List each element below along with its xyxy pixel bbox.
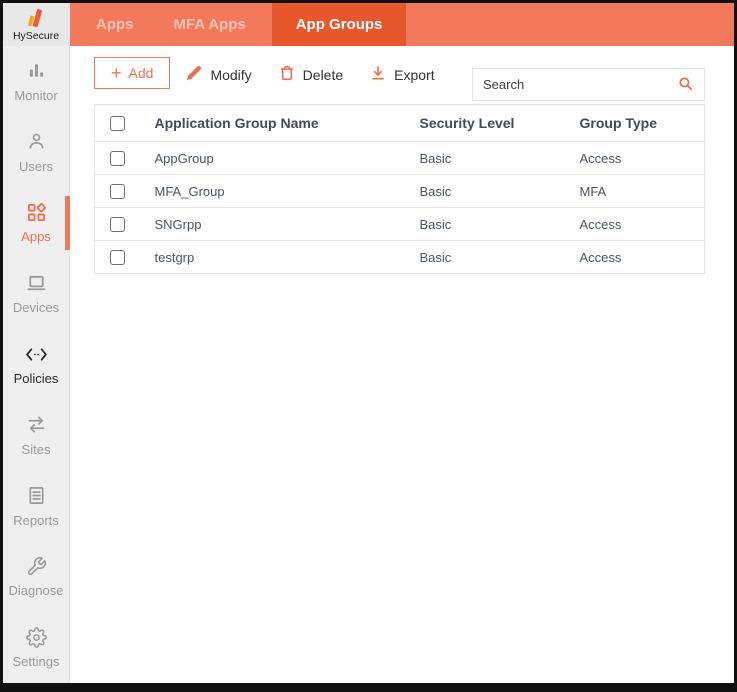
delete-button[interactable]: Delete — [279, 65, 343, 84]
person-icon — [26, 131, 47, 153]
sidebar-nav: Monitor Users — [3, 46, 69, 683]
hysecure-logo-icon — [23, 8, 49, 29]
sidebar-item-devices[interactable]: Devices — [3, 258, 69, 329]
table-row: testgrp Basic Access — [95, 241, 705, 274]
tab-mfa-apps[interactable]: MFA Apps — [160, 3, 260, 46]
export-button-label: Export — [394, 67, 434, 83]
sidebar-item-users[interactable]: Users — [3, 117, 69, 188]
sidebar-item-policies[interactable]: Policies — [3, 329, 69, 400]
cell-security-level: Basic — [420, 208, 580, 241]
table-row: AppGroup Basic Access — [95, 142, 705, 175]
sidebar-item-label: Devices — [13, 300, 59, 315]
tab-label: App Groups — [296, 16, 383, 33]
tab-bar: Apps MFA Apps App Groups — [70, 3, 734, 46]
add-button-label: Add — [129, 65, 154, 81]
sidebar-item-sites[interactable]: Sites — [3, 400, 69, 471]
app-groups-page: + Add Modify — [70, 46, 734, 683]
row-checkbox[interactable] — [110, 250, 125, 265]
cell-security-level: Basic — [420, 241, 580, 274]
code-brackets-icon — [25, 343, 48, 365]
brand-logo: HySecure — [3, 3, 69, 46]
sidebar-item-label: Diagnose — [9, 583, 64, 598]
sidebar-item-label: Policies — [14, 371, 59, 386]
trash-icon — [279, 65, 295, 84]
col-header-group-type: Group Type — [580, 105, 705, 142]
table-row: SNGrpp Basic Access — [95, 208, 705, 241]
cell-security-level: Basic — [420, 142, 580, 175]
sidebar-item-label: Settings — [13, 654, 60, 669]
cell-group-name: AppGroup — [155, 142, 420, 175]
gear-icon — [26, 626, 47, 648]
table-row: MFA_Group Basic MFA — [95, 175, 705, 208]
cell-group-type: Access — [580, 241, 705, 274]
main-content: Apps MFA Apps App Groups + Add — [70, 3, 734, 683]
col-header-security-level: Security Level — [420, 105, 580, 142]
sidebar-item-reports[interactable]: Reports — [3, 471, 69, 542]
sidebar-item-label: Apps — [21, 229, 51, 244]
select-all-checkbox[interactable] — [110, 116, 125, 131]
tab-label: Apps — [96, 16, 134, 33]
row-checkbox[interactable] — [110, 217, 125, 232]
delete-button-label: Delete — [303, 67, 343, 83]
export-button[interactable]: Export — [370, 65, 434, 84]
modify-button[interactable]: Modify — [186, 65, 251, 84]
toolbar: + Add Modify — [94, 57, 705, 101]
app-groups-table: Application Group Name Security Level Gr… — [94, 104, 705, 274]
sidebar-item-diagnose[interactable]: Diagnose — [3, 541, 69, 612]
sidebar-item-monitor[interactable]: Monitor — [3, 46, 69, 117]
sidebar-item-label: Users — [19, 159, 53, 174]
cell-group-type: Access — [580, 208, 705, 241]
row-checkbox[interactable] — [110, 151, 125, 166]
tab-apps[interactable]: Apps — [82, 3, 148, 46]
document-icon — [26, 485, 47, 507]
sidebar: HySecure Monitor — [3, 3, 70, 683]
cell-security-level: Basic — [420, 175, 580, 208]
cell-group-name: SNGrpp — [155, 208, 420, 241]
plus-icon: + — [111, 66, 122, 80]
swap-arrows-icon — [26, 414, 47, 436]
sidebar-item-apps[interactable]: Apps — [3, 188, 69, 259]
cell-group-name: MFA_Group — [155, 175, 420, 208]
row-checkbox[interactable] — [110, 184, 125, 199]
search-button[interactable] — [677, 75, 694, 95]
sidebar-item-label: Reports — [13, 513, 59, 528]
cell-group-type: Access — [580, 142, 705, 175]
sidebar-item-label: Monitor — [14, 88, 57, 103]
wrench-icon — [26, 555, 47, 577]
cell-group-type: MFA — [580, 175, 705, 208]
laptop-icon — [26, 272, 47, 294]
search-input[interactable] — [483, 77, 677, 92]
tab-app-groups[interactable]: App Groups — [272, 3, 407, 46]
sidebar-item-label: Sites — [22, 442, 51, 457]
app-window: HySecure Monitor — [0, 0, 737, 692]
pencil-icon — [186, 65, 202, 84]
download-icon — [370, 65, 386, 84]
tab-label: MFA Apps — [174, 16, 246, 33]
bar-chart-icon — [26, 60, 47, 82]
sidebar-item-settings[interactable]: Settings — [3, 612, 69, 683]
add-button[interactable]: + Add — [94, 57, 170, 89]
search-box — [472, 68, 705, 101]
cell-group-name: testgrp — [155, 241, 420, 274]
col-header-application-group-name: Application Group Name — [155, 105, 420, 142]
magnifier-icon — [677, 75, 694, 95]
modify-button-label: Modify — [210, 67, 251, 83]
table-header-row: Application Group Name Security Level Gr… — [95, 105, 705, 142]
app-grid-icon — [26, 201, 47, 223]
brand-name: HySecure — [13, 30, 59, 42]
